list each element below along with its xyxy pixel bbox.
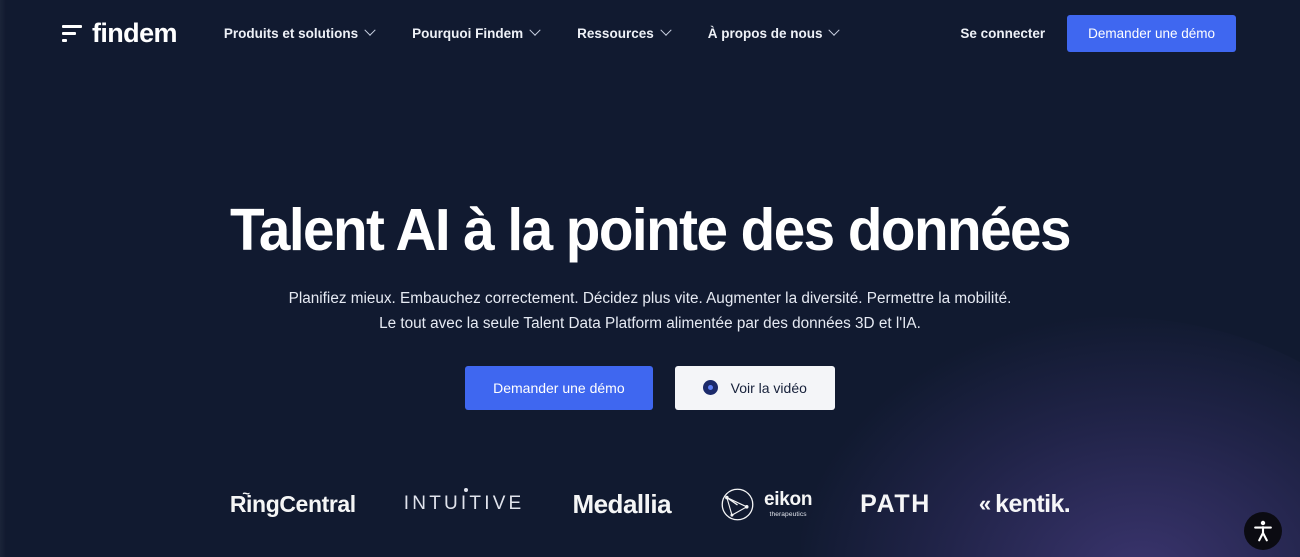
hero-subtitle-line-1: Planifiez mieux. Embauchez correctement.… — [288, 290, 1012, 308]
client-logo-eikon-therapeutics: eikon therapeutics — [719, 486, 812, 523]
header-actions: Se connecter Demander une démo — [960, 14, 1236, 52]
eikon-circle-mark-icon — [719, 486, 756, 523]
header-request-demo-button[interactable]: Demander une démo — [1067, 14, 1236, 52]
client-logo-label: eikon — [764, 489, 813, 511]
findem-wordmark: findem — [92, 17, 178, 48]
client-logo-strip: ~ RingCentral INTUITIVE Medallia eikon t… — [0, 486, 1300, 523]
hero-cta-group: Demander une démo Voir la vidéo — [0, 365, 1300, 410]
nav-item-ressources[interactable]: Ressources — [558, 18, 689, 49]
site-header: findem Produits et solutions Pourquoi Fi… — [0, 0, 1300, 66]
client-logo-kentik: « kentik. — [978, 489, 1071, 519]
client-logo-sublabel: therapeutics — [769, 510, 807, 518]
nav-item-a-propos-de-nous[interactable]: À propos de nous — [689, 18, 858, 49]
client-logo-ringcentral: ~ RingCentral — [230, 487, 356, 518]
main-navigation: Produits et solutions Pourquoi Findem Re… — [205, 18, 858, 49]
sign-in-link[interactable]: Se connecter — [960, 26, 1045, 41]
chevron-down-icon — [529, 24, 541, 36]
ringcentral-tilde-accent: ~ — [242, 485, 250, 501]
accessibility-widget-button[interactable] — [1244, 512, 1282, 550]
accessibility-person-icon — [1254, 520, 1272, 542]
client-logo-label: Medallia — [572, 488, 672, 519]
page-root: findem Produits et solutions Pourquoi Fi… — [0, 0, 1300, 557]
chevron-down-icon — [660, 24, 672, 36]
nav-item-produits-et-solutions[interactable]: Produits et solutions — [205, 18, 393, 49]
kentik-chevron-accent-icon: « — [978, 491, 991, 517]
chevron-down-icon — [828, 24, 841, 36]
play-circle-icon — [702, 380, 718, 396]
hero-section: Talent AI à la pointe des données Planif… — [0, 66, 1300, 523]
hero-watch-video-button[interactable]: Voir la vidéo — [674, 365, 835, 410]
findem-f-mark-icon — [62, 23, 82, 44]
hero-title: Talent AI à la pointe des données — [230, 197, 1072, 263]
client-logo-medallia: Medallia — [572, 489, 671, 520]
hero-subtitle: Planifiez mieux. Embauchez correctement.… — [0, 287, 1300, 337]
nav-item-pourquoi-findem[interactable]: Pourquoi Findem — [393, 18, 558, 49]
findem-logo[interactable]: findem — [62, 17, 178, 48]
nav-item-label: Produits et solutions — [223, 25, 359, 41]
hero-request-demo-button[interactable]: Demander une démo — [465, 365, 653, 410]
hero-watch-video-label: Voir la vidéo — [730, 379, 807, 396]
nav-item-label: Ressources — [577, 25, 654, 41]
intuitive-dot-accent — [463, 488, 468, 493]
nav-item-label: Pourquoi Findem — [412, 25, 524, 41]
chevron-down-icon — [364, 24, 376, 36]
hero-subtitle-line-2: Le tout avec la seule Talent Data Platfo… — [379, 315, 921, 333]
client-logo-label: PATH — [860, 489, 931, 518]
client-logo-label: INTUITIVE — [403, 493, 525, 515]
client-logo-path: PATH — [860, 490, 931, 519]
nav-item-label: À propos de nous — [707, 25, 823, 41]
client-logo-intuitive: INTUITIVE — [403, 488, 525, 515]
client-logo-label: kentik. — [995, 489, 1071, 518]
eikon-wordmark: eikon therapeutics — [764, 490, 812, 518]
